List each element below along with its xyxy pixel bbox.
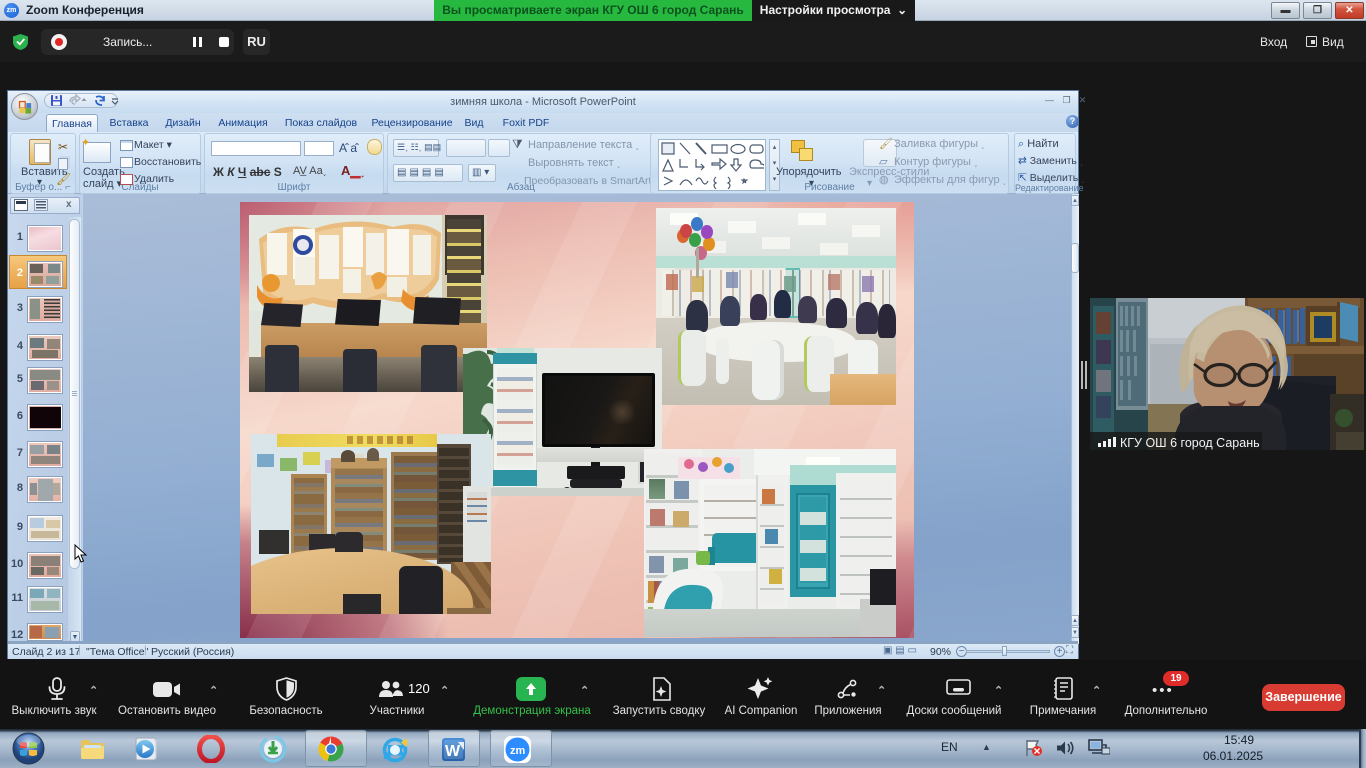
svg-text:zm: zm (510, 745, 526, 757)
svg-text:W: W (445, 743, 461, 760)
